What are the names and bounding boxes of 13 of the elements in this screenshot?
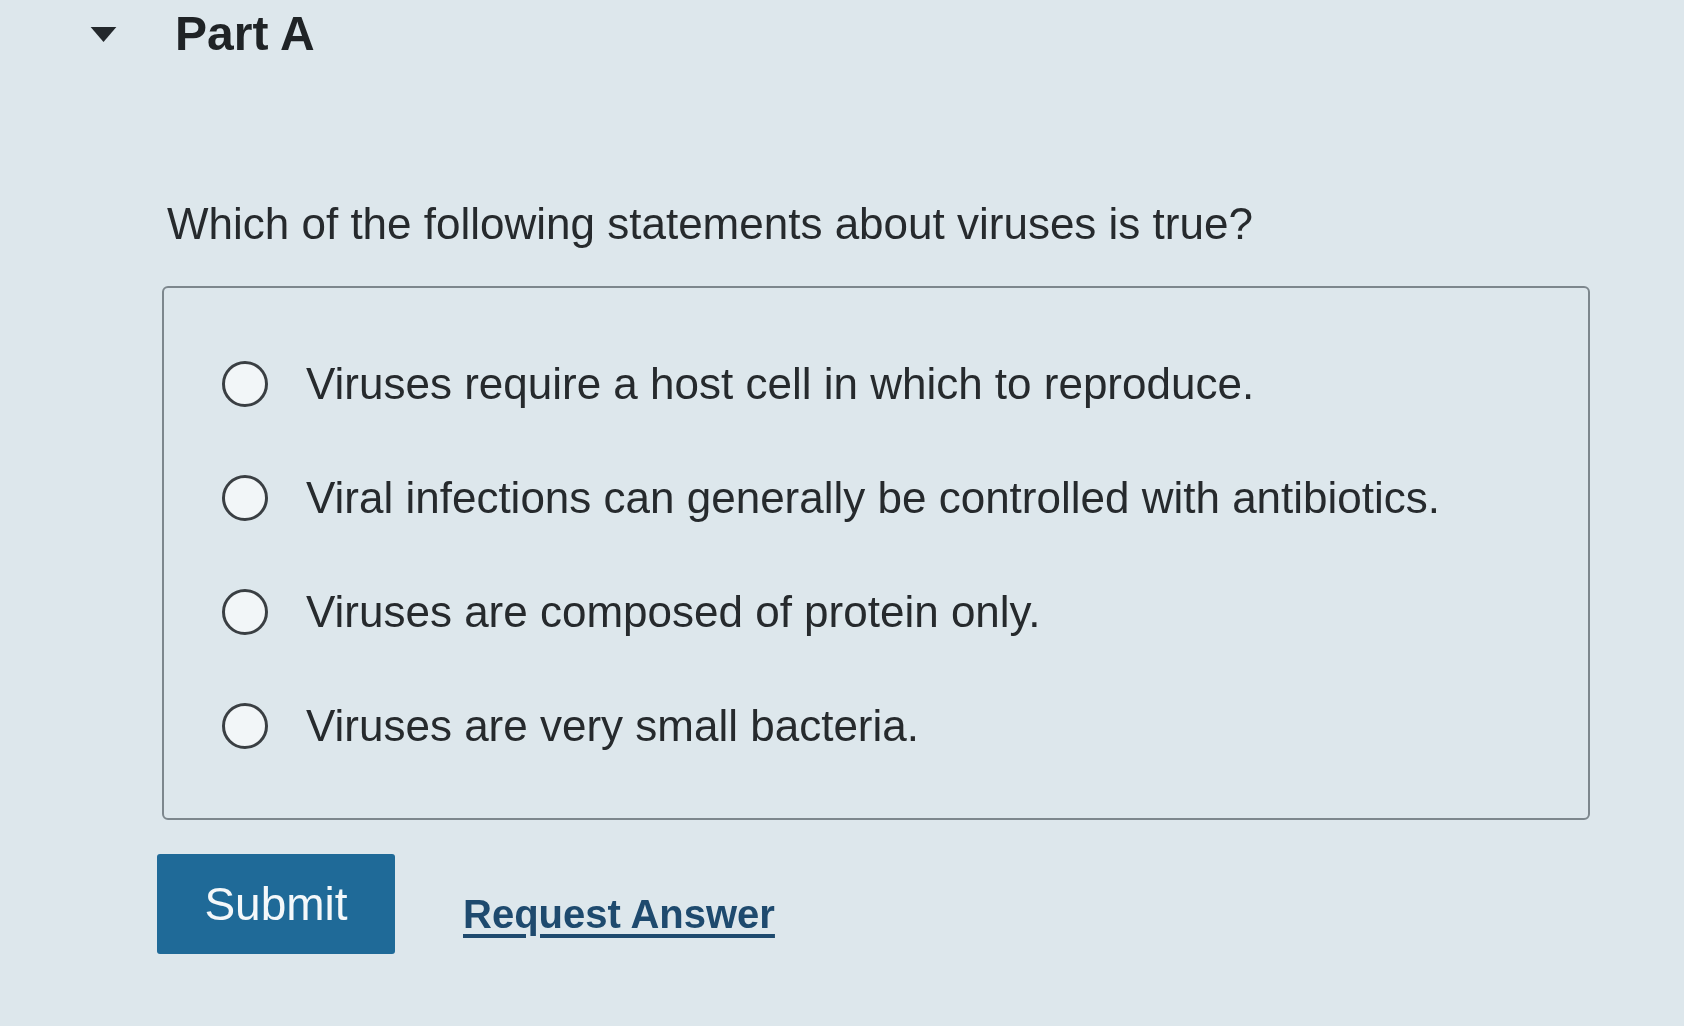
radio-button[interactable] (222, 589, 268, 635)
option-label: Viruses are very small bacteria. (306, 700, 919, 752)
option-label: Viruses are composed of protein only. (306, 586, 1041, 638)
radio-button[interactable] (222, 475, 268, 521)
request-answer-link[interactable]: Request Answer (463, 891, 775, 937)
caret-icon[interactable] (90, 26, 117, 42)
option-label: Viral infections can generally be controlled with antibiotics. (306, 472, 1441, 524)
question-text: Which of the following statements about viruses is true? (167, 198, 1254, 250)
submit-button[interactable]: Submit (157, 854, 395, 954)
radio-button[interactable] (222, 361, 268, 407)
radio-button[interactable] (222, 703, 268, 749)
option-label: Viruses require a host cell in which to reproduce. (306, 358, 1255, 410)
part-title: Part A (175, 6, 315, 62)
